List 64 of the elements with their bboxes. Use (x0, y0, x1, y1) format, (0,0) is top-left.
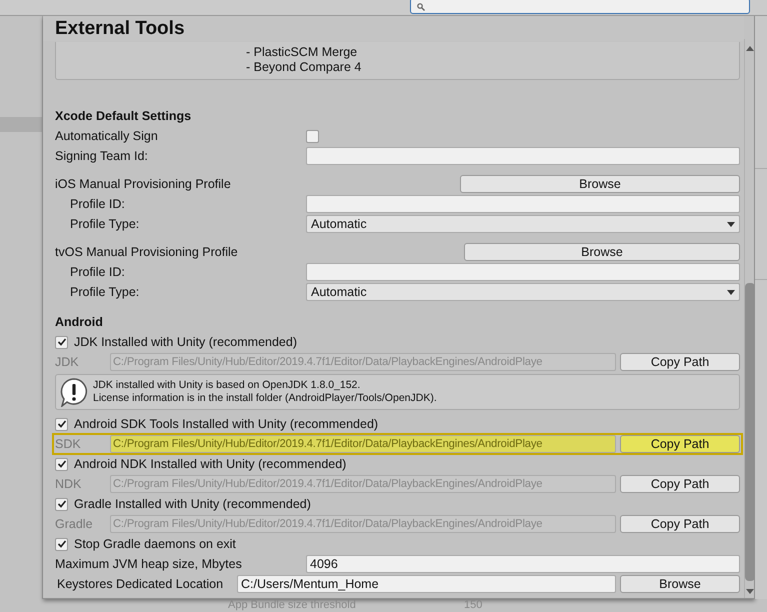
group-label: tvOS Manual Provisioning Profile (55, 245, 239, 259)
checkbox-label: Stop Gradle daemons on exit (74, 537, 236, 551)
copy-path-button[interactable]: Copy Path (620, 515, 740, 533)
dropdown-arrow-icon (727, 222, 735, 226)
scroll-down-icon (746, 589, 754, 594)
field-label: Profile Type: (69, 285, 140, 299)
search-icon (417, 3, 425, 11)
checkbox[interactable] (55, 336, 68, 348)
path-field: C:/Program Files/Unity/Hub/Editor/2019.4.7f1/Editor/Data/PlaybackEngines/AndroidPlaye (110, 435, 616, 453)
field-label: Profile ID: (69, 265, 126, 279)
text-field[interactable] (306, 147, 740, 165)
section-heading: Xcode Default Settings (55, 108, 192, 125)
checkbox-label: Gradle Installed with Unity (recommended) (74, 497, 311, 511)
field-label: Signing Team Id: (55, 149, 149, 163)
check-icon (56, 419, 66, 429)
copy-path-button[interactable]: Copy Path (620, 475, 740, 493)
profile-type-dropdown[interactable]: Automatic (306, 215, 740, 233)
path-field: C:/Program Files/Unity/Hub/Editor/2019.4.7f1/Editor/Data/PlaybackEngines/AndroidPlaye (110, 515, 616, 533)
setting-label: App Bundle size threshold (228, 599, 357, 611)
panel-title: External Tools (43, 16, 744, 41)
path-field: C:/Program Files/Unity/Hub/Editor/2019.4.7f1/Editor/Data/PlaybackEngines/AndroidPlaye (110, 475, 616, 493)
browse-button[interactable]: Browse (464, 243, 740, 261)
profile-type-dropdown[interactable]: Automatic (306, 283, 740, 301)
text-field[interactable]: 4096 (306, 555, 740, 573)
tool-item: - Beyond Compare 4 (246, 60, 362, 75)
browse-button[interactable]: Browse (460, 175, 740, 193)
text-field[interactable]: C:/Users/Mentum_Home (237, 575, 616, 593)
field-label: Profile Type: (69, 217, 140, 231)
checkbox-label: JDK Installed with Unity (recommended) (74, 335, 297, 349)
field-label: SDK (55, 437, 82, 451)
checkbox[interactable] (55, 458, 68, 470)
info-text: JDK installed with Unity is based on OpenJDK 1.8.0_152. (93, 379, 362, 392)
checkbox[interactable] (306, 130, 319, 142)
check-icon (56, 499, 66, 509)
setting-value: 150 (464, 599, 482, 611)
section-heading: Android (55, 314, 104, 331)
checkbox[interactable] (55, 418, 68, 430)
field-label: Maximum JVM heap size, Mbytes (55, 557, 243, 571)
checkbox-label: Android SDK Tools Installed with Unity (recommended) (74, 417, 378, 431)
scroll-up-icon (746, 46, 754, 51)
checkbox[interactable] (55, 538, 68, 550)
copy-path-button[interactable]: Copy Path (620, 435, 740, 453)
exclamation-icon (59, 377, 89, 407)
field-label: JDK (55, 355, 80, 369)
copy-path-button[interactable]: Copy Path (620, 353, 740, 371)
checkbox-label: Android NDK Installed with Unity (recommended) (74, 457, 346, 471)
check-icon (56, 337, 66, 347)
field-label: Gradle (55, 517, 94, 531)
field-label: Automatically Sign (55, 129, 159, 143)
check-icon (56, 459, 66, 469)
text-field[interactable] (306, 195, 740, 213)
text-field[interactable] (306, 263, 740, 281)
group-label: iOS Manual Provisioning Profile (55, 177, 232, 191)
info-text: License information is in the install folder (AndroidPlayer/Tools/OpenJDK). (93, 392, 437, 405)
browse-button[interactable]: Browse (620, 575, 740, 593)
check-icon (56, 539, 66, 549)
field-label: Keystores Dedicated Location (56, 577, 224, 591)
checkbox[interactable] (55, 498, 68, 510)
field-label: NDK (55, 477, 82, 491)
path-field: C:/Program Files/Unity/Hub/Editor/2019.4.7f1/Editor/Data/PlaybackEngines/AndroidPlaye (110, 353, 616, 371)
dropdown-arrow-icon (727, 290, 735, 294)
field-label: Profile ID: (69, 197, 126, 211)
search-field[interactable] (410, 0, 750, 14)
tool-item: - PlasticSCM Merge (246, 45, 358, 60)
